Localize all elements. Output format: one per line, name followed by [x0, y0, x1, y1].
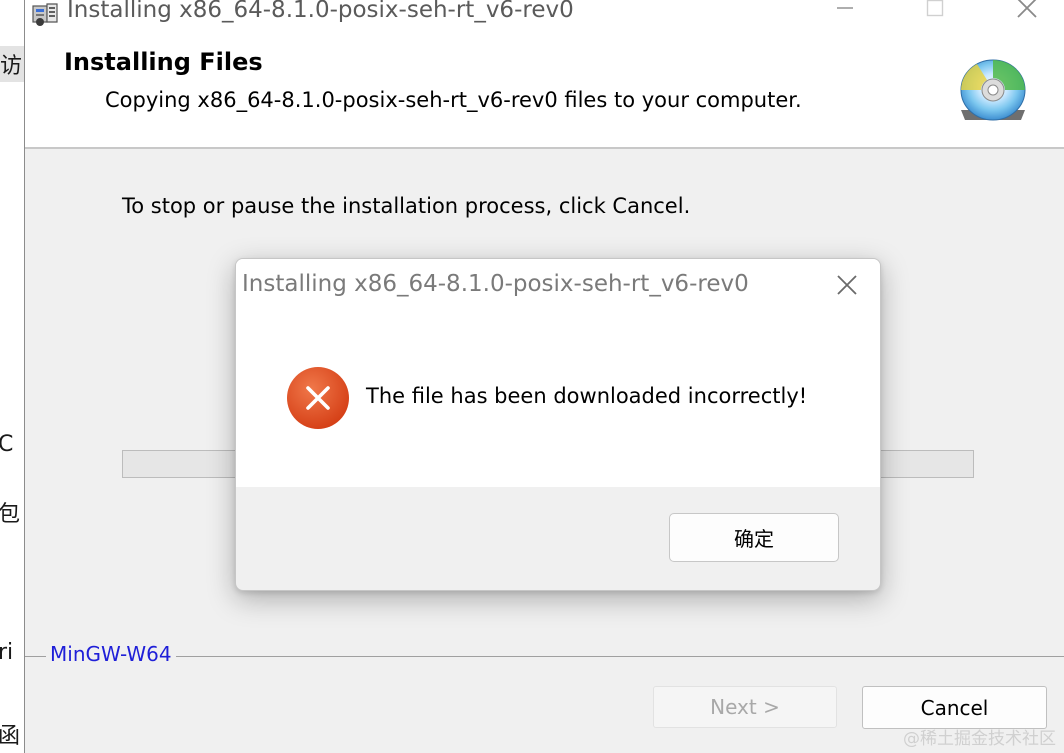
minimize-icon[interactable] — [815, 0, 875, 26]
header-title: Installing Files — [64, 48, 263, 76]
header-subtitle: Copying x86_64-8.1.0-posix-seh-rt_v6-rev… — [105, 88, 802, 112]
installer-header: Installing Files Copying x86_64-8.1.0-po… — [25, 28, 1064, 149]
background-text-fragment: 函 — [0, 724, 21, 749]
instruction-text: To stop or pause the installation proces… — [122, 194, 691, 218]
cancel-button[interactable]: Cancel — [862, 686, 1047, 729]
background-text-fragment: ri — [0, 640, 14, 665]
dialog-content-area: Installing x86_64-8.1.0-posix-seh-rt_v6-… — [236, 259, 880, 487]
error-dialog: Installing x86_64-8.1.0-posix-seh-rt_v6-… — [235, 258, 881, 591]
ok-button-label: 确定 — [734, 527, 774, 551]
watermark: @稀土掘金技术社区 — [903, 729, 1056, 749]
dialog-close-icon[interactable] — [828, 269, 866, 301]
dialog-message: The file has been downloaded incorrectly… — [366, 384, 808, 408]
installer-icon — [29, 0, 61, 28]
next-button[interactable]: Next > — [653, 686, 837, 728]
cancel-button-label: Cancel — [920, 695, 989, 720]
background-text-fragment: C — [0, 432, 14, 457]
screen: 访问 C 包 ri 函 Installing x86_64-8.1.0-posi… — [0, 0, 1064, 753]
cd-disc-icon — [957, 56, 1029, 128]
next-button-label: Next > — [710, 695, 780, 719]
background-window: 访问 C 包 ri 函 — [0, 0, 24, 753]
brand-label: MinGW-W64 — [46, 642, 176, 666]
ok-button[interactable]: 确定 — [669, 513, 839, 562]
background-text-fragment: 包 — [0, 502, 21, 527]
background-text-fragment: 访问 — [0, 46, 24, 82]
window-title: Installing x86_64-8.1.0-posix-seh-rt_v6-… — [67, 0, 574, 23]
maximize-icon[interactable] — [905, 0, 965, 26]
close-icon[interactable] — [997, 0, 1057, 26]
brand-divider — [25, 656, 1064, 657]
title-bar[interactable]: Installing x86_64-8.1.0-posix-seh-rt_v6-… — [25, 0, 1064, 28]
dialog-title: Installing x86_64-8.1.0-posix-seh-rt_v6-… — [242, 271, 749, 297]
error-icon — [286, 366, 350, 430]
